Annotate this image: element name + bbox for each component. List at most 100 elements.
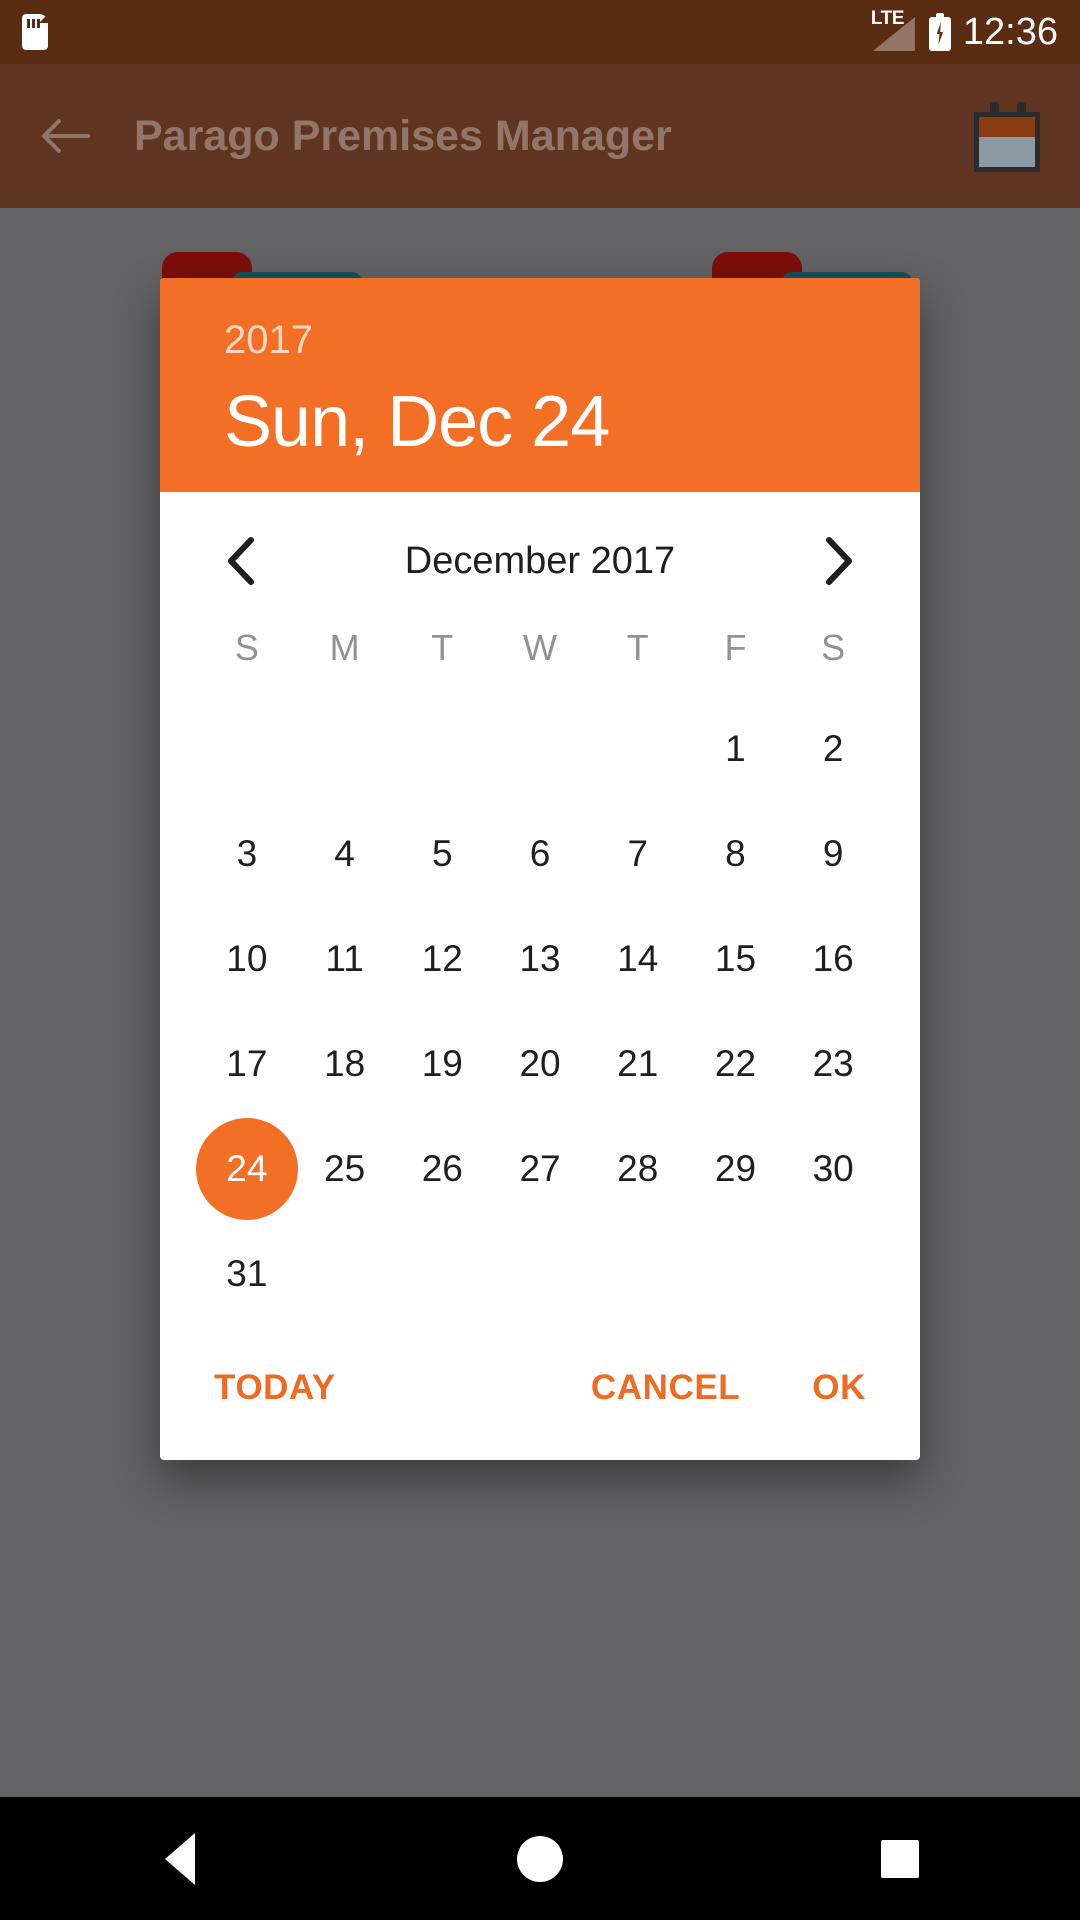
calendar-week-row: 1 2	[198, 696, 882, 801]
day-cell-1[interactable]: 1	[687, 696, 785, 801]
ok-button[interactable]: OK	[812, 1368, 866, 1408]
day-number: 22	[714, 1042, 757, 1084]
sd-card-icon	[22, 14, 48, 50]
signal-bars-icon: LTE	[870, 8, 917, 53]
status-bar-right-group: LTE 12:36	[870, 8, 1058, 53]
nav-recents-button[interactable]	[840, 1797, 960, 1920]
nav-back-icon	[165, 1832, 195, 1885]
network-type-label: LTE	[870, 8, 904, 29]
day-number: 23	[812, 1042, 854, 1084]
day-cell-31[interactable]: 31	[198, 1221, 296, 1326]
day-cell-16[interactable]: 16	[784, 906, 882, 1011]
day-cell-empty	[589, 696, 687, 801]
day-cell-23[interactable]: 23	[784, 1011, 882, 1116]
day-cell-9[interactable]: 9	[784, 801, 882, 906]
day-number: 19	[421, 1042, 463, 1084]
day-number: 11	[325, 937, 364, 979]
day-cell-3[interactable]: 3	[198, 801, 296, 906]
weekday-label-0: S	[234, 627, 259, 668]
day-number: 30	[812, 1147, 854, 1189]
day-number: 2	[822, 727, 844, 769]
day-cell-6[interactable]: 6	[491, 801, 589, 906]
cancel-button[interactable]: CANCEL	[591, 1368, 740, 1408]
day-cell-2[interactable]: 2	[784, 696, 882, 801]
day-cell-17[interactable]: 17	[198, 1011, 296, 1116]
day-cell-20[interactable]: 20	[491, 1011, 589, 1116]
day-number: 26	[421, 1147, 463, 1189]
day-cell-25[interactable]: 25	[296, 1116, 394, 1221]
calendar-week-row: 24 25 26 27 28 29 30	[195, 1116, 882, 1221]
day-cell-empty	[491, 1221, 589, 1326]
day-cell-24-selected[interactable]: 24	[195, 1116, 298, 1221]
day-number: 13	[519, 937, 561, 979]
day-cell-11[interactable]: 11	[296, 906, 394, 1011]
day-number: 6	[529, 832, 551, 874]
day-cell-13[interactable]: 13	[491, 906, 589, 1011]
day-cell-8[interactable]: 8	[687, 801, 785, 906]
nav-home-button[interactable]	[480, 1797, 600, 1920]
month-year-label: December 2017	[404, 539, 676, 582]
day-cell-empty	[296, 1221, 394, 1326]
selected-year-label[interactable]: 2017	[224, 320, 856, 360]
weekday-label-2: T	[431, 627, 454, 668]
day-cell-empty	[784, 1221, 882, 1326]
day-cell-14[interactable]: 14	[589, 906, 687, 1011]
nav-home-icon	[517, 1835, 563, 1882]
page-title: Parago Premises Manager	[134, 111, 672, 160]
day-cell-21[interactable]: 21	[589, 1011, 687, 1116]
day-cell-26[interactable]: 26	[393, 1116, 491, 1221]
day-cell-7[interactable]: 7	[589, 801, 687, 906]
nav-recents-icon	[881, 1839, 919, 1878]
day-number: 15	[714, 937, 757, 979]
month-navigation: December 2017	[160, 492, 920, 600]
calendar-week-row: 17 18 19 20 21 22 23	[198, 1011, 882, 1116]
chevron-right-icon[interactable]	[812, 534, 866, 588]
day-cell-4[interactable]: 4	[296, 801, 394, 906]
day-cell-empty	[393, 696, 491, 801]
day-number: 7	[627, 832, 649, 874]
day-cell-29[interactable]: 29	[687, 1116, 785, 1221]
nav-back-button[interactable]	[120, 1797, 240, 1920]
date-picker-dialog: 2017 Sun, Dec 24 December 2017 S M T W T…	[160, 278, 920, 1460]
day-cell-5[interactable]: 5	[393, 801, 491, 906]
status-bar-clock: 12:36	[962, 11, 1058, 53]
day-cell-15[interactable]: 15	[687, 906, 785, 1011]
calendar-week-row: 10 11 12 13 14 15 16	[198, 906, 882, 1011]
day-cell-10[interactable]: 10	[198, 906, 296, 1011]
day-number: 3	[236, 832, 258, 874]
calendar-icon[interactable]	[974, 100, 1044, 172]
day-number: 20	[519, 1042, 561, 1084]
android-navigation-bar	[0, 1797, 1080, 1920]
weekday-label-1: M	[329, 627, 360, 668]
day-number: 31	[226, 1252, 268, 1294]
day-cell-empty	[296, 696, 394, 801]
calendar-week-row: 31	[198, 1221, 882, 1326]
day-cell-empty	[491, 696, 589, 801]
date-picker-header: 2017 Sun, Dec 24	[160, 278, 920, 492]
day-number: 12	[421, 937, 463, 979]
day-cell-empty	[589, 1221, 687, 1326]
day-number: 29	[714, 1147, 757, 1189]
day-number: 10	[226, 937, 268, 979]
day-cell-empty	[687, 1221, 785, 1326]
day-number: 25	[324, 1147, 366, 1189]
day-cell-28[interactable]: 28	[589, 1116, 687, 1221]
back-arrow-icon[interactable]	[36, 107, 94, 165]
phone-screen: LTE 12:36 Parago Premises Manager 2017 S…	[0, 0, 1080, 1920]
day-cell-19[interactable]: 19	[393, 1011, 491, 1116]
day-number: 4	[334, 832, 355, 874]
today-button[interactable]: TODAY	[214, 1368, 336, 1408]
battery-charging-icon	[928, 13, 951, 51]
day-number: 1	[725, 727, 746, 769]
calendar-week-row: 3 4 5 6 7 8 9	[198, 801, 882, 906]
day-cell-22[interactable]: 22	[687, 1011, 785, 1116]
day-cell-30[interactable]: 30	[784, 1116, 882, 1221]
day-cell-18[interactable]: 18	[296, 1011, 394, 1116]
day-number: 24	[226, 1147, 268, 1189]
selected-date-label[interactable]: Sun, Dec 24	[224, 386, 856, 458]
chevron-left-icon[interactable]	[214, 534, 268, 588]
day-cell-12[interactable]: 12	[393, 906, 491, 1011]
weekday-label-6: S	[821, 627, 846, 668]
day-cell-27[interactable]: 27	[491, 1116, 589, 1221]
day-number: 18	[324, 1042, 366, 1084]
